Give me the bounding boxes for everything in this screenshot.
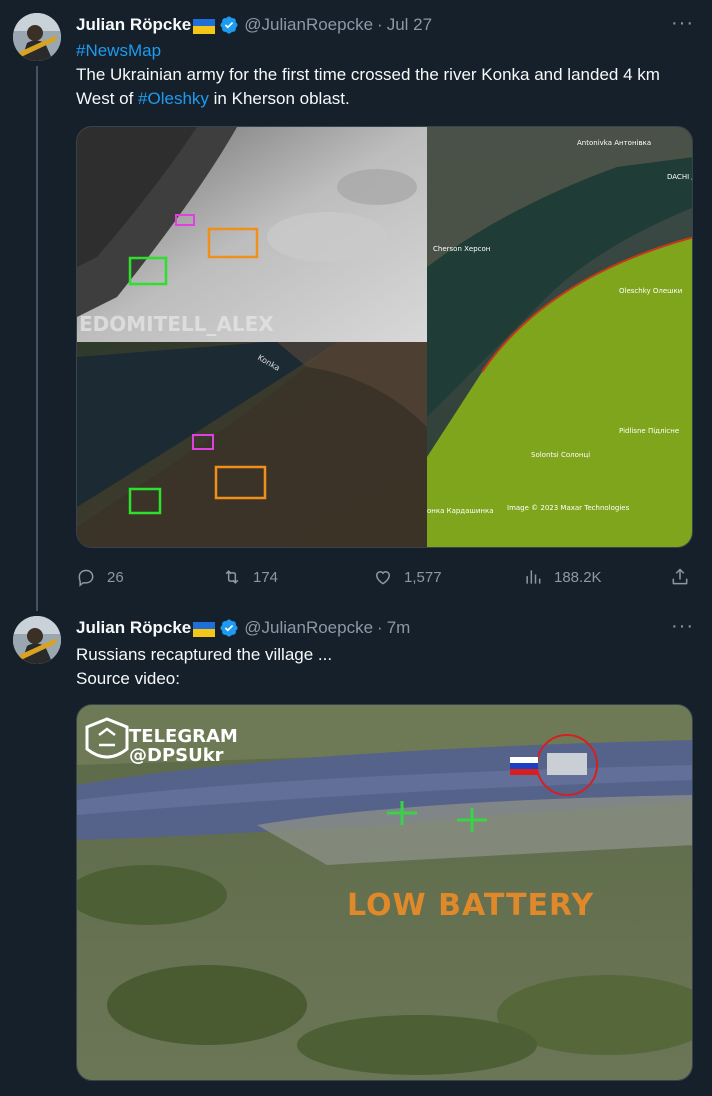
timestamp[interactable]: Jul 27 [387,15,432,35]
more-icon[interactable]: ··· [671,13,694,33]
author-handle[interactable]: @JulianRoepcke [244,618,373,638]
author-handle[interactable]: @JulianRoepcke [244,15,373,35]
tweet-text-line2: Source video: [76,669,180,688]
share-icon [672,568,688,585]
video-frame-image: TELEGRAM @DPSUkr LOW BATTERY [77,705,692,1080]
channel-label: @DPSUkr [129,745,224,766]
views-icon [526,570,541,584]
views-button[interactable]: 188.2K [523,565,602,589]
verified-icon [219,618,239,638]
avatar-image-icon [13,616,61,664]
hashtag-oleshky[interactable]: #Oleshky [138,89,209,108]
like-button[interactable]: 1,577 [373,565,442,589]
tweet-media-video[interactable]: TELEGRAM @DPSUkr LOW BATTERY [76,704,693,1081]
reply-count: 26 [107,568,124,586]
thread-line [36,66,38,611]
retweet-icon [225,570,239,584]
like-icon [375,571,391,585]
russian-flag-icon [510,757,538,775]
tweet-text: #NewsMap The Ukrainian army for the firs… [76,39,692,111]
retweet-button[interactable]: 174 [222,565,278,589]
avatar-image-icon [13,13,61,61]
reply-icon [78,569,94,587]
share-button[interactable] [670,565,690,589]
ukraine-flag-icon [193,621,216,637]
map-label-oleshky: Oleschky Олешки [619,287,682,295]
avatar[interactable] [13,13,61,61]
retweet-count: 174 [253,568,279,586]
tweet-header: Julian Röpcke @JulianRoepcke · Jul 27 ··… [76,13,694,36]
author-name[interactable]: Julian Röpcke [76,618,191,638]
telegram-label: TELEGRAM [129,726,238,747]
tweet-text-part2: in Kherson oblast. [208,89,350,108]
tweet-1[interactable]: Julian Röpcke @JulianRoepcke · Jul 27 ··… [0,0,712,611]
verified-icon [219,15,239,35]
views-count: 188.2K [554,568,602,586]
hashtag-newsmap[interactable]: #NewsMap [76,41,161,60]
low-battery-overlay: LOW BATTERY [347,888,594,923]
author-name[interactable]: Julian Röpcke [76,15,191,35]
reply-button[interactable]: 26 [76,565,124,589]
map-label-kherson: Cherson Херсон [433,245,490,253]
tweet-text-line1: Russians recaptured the village ... [76,645,333,664]
avatar[interactable] [13,616,61,664]
separator-dot: · [377,618,383,637]
tweet-text: Russians recaptured the village ... Sour… [76,643,692,691]
map-label-kardashynka: онка Кардашинка [427,507,493,515]
map-label-pidlisne: Pidlisne Підлісне [619,427,679,435]
watermark-text: EDOMITELL_ALEX [79,312,274,336]
timestamp[interactable]: 7m [387,618,411,638]
map-label-solontsi: Solontsi Солонці [531,451,590,459]
satellite-composite-image: EDOMITELL_ALEX Konka Antonivka Антонівка… [77,127,693,547]
map-label-antonivka: Antonivka Антонівка [577,139,651,147]
tweet-header: Julian Röpcke @JulianRoepcke · 7m ··· [76,616,694,639]
more-icon[interactable]: ··· [671,616,694,636]
tweet-media-image[interactable]: EDOMITELL_ALEX Konka Antonivka Антонівка… [76,126,693,548]
ukraine-flag-icon [193,18,216,34]
map-copyright: Image © 2023 Maxar Technologies [507,504,630,512]
map-label-dachi: DACHI Д [667,173,693,181]
separator-dot: · [377,15,383,34]
tweet-actions: 26 174 1,577 188.2K [76,565,692,589]
like-count: 1,577 [404,568,442,586]
tweet-2[interactable]: Julian Röpcke @JulianRoepcke · 7m ··· Ru… [0,603,712,1096]
